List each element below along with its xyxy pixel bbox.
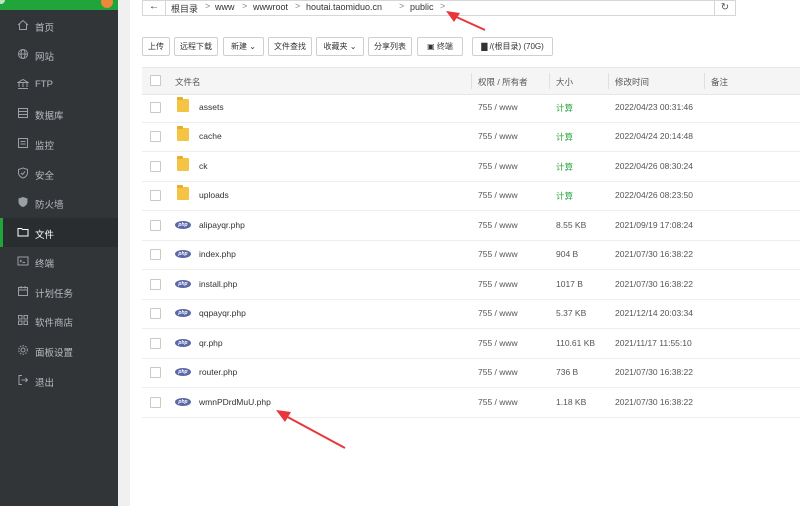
annotation-arrow-path bbox=[446, 11, 486, 31]
annotation-arrows bbox=[276, 11, 486, 449]
annotation-arrow-file bbox=[276, 410, 346, 449]
